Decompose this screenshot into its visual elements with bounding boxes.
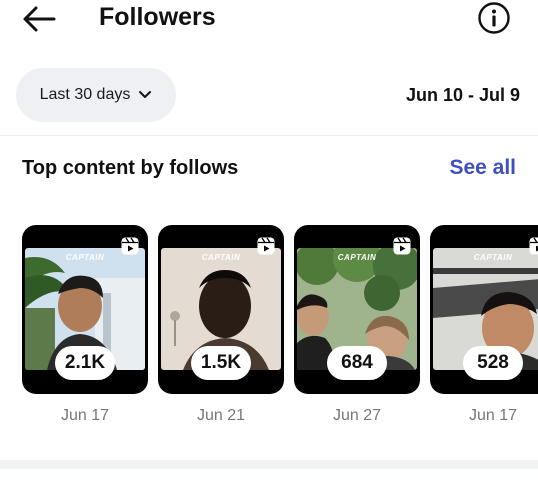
reels-icon: [529, 237, 538, 255]
follows-count: 528: [463, 346, 523, 380]
date-range-dropdown[interactable]: Last 30 days: [16, 68, 176, 122]
content-card[interactable]: CAPTAIN 684: [294, 225, 420, 394]
back-arrow-icon: [23, 6, 56, 32]
info-icon: [478, 2, 510, 34]
card-date: Jun 17: [468, 407, 518, 424]
reels-icon: [121, 237, 139, 255]
reels-icon: [257, 237, 275, 255]
follows-count: 1.5K: [191, 346, 251, 380]
top-bar: Followers: [0, 0, 538, 40]
card-date: Jun 27: [332, 407, 382, 424]
card-date: Jun 17: [60, 407, 110, 424]
section-title: Top content by follows: [22, 157, 239, 179]
card-brand-text: CAPTAIN: [473, 253, 513, 262]
content-card[interactable]: CAPTAIN 528: [430, 225, 538, 394]
card-date: Jun 21: [196, 407, 246, 424]
reels-icon: [393, 237, 411, 255]
content-card[interactable]: CAPTAIN 1.5K: [158, 225, 284, 394]
date-span: Jun 10 - Jul 9: [405, 85, 520, 105]
see-all-link[interactable]: See all: [449, 156, 516, 180]
back-button[interactable]: [20, 4, 58, 34]
follows-count: 684: [327, 346, 387, 380]
section-divider: [0, 460, 538, 469]
date-range-label: Last 30 days: [39, 86, 131, 103]
page-title: Followers: [99, 3, 216, 31]
info-button[interactable]: [477, 1, 511, 35]
chevron-down-icon: [139, 91, 152, 98]
follows-count: 2.1K: [55, 346, 115, 380]
divider: [0, 135, 538, 136]
content-card[interactable]: CAPTAIN 2.1K: [22, 225, 148, 394]
